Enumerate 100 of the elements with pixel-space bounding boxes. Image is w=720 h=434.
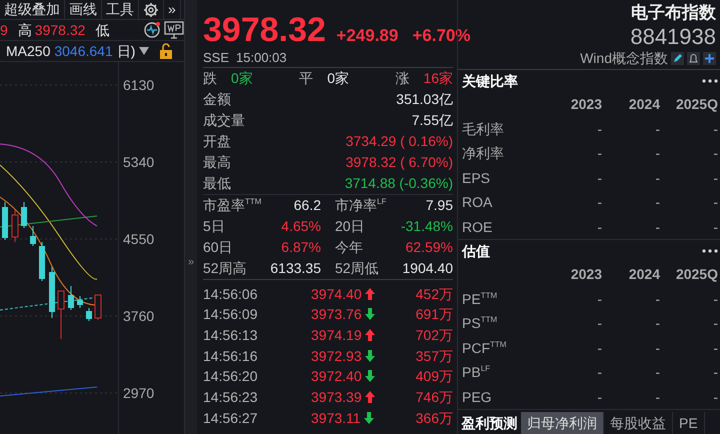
tick-price: 3973.76 <box>311 305 362 324</box>
row-label: PB$^{LF}$ <box>462 363 492 382</box>
stat-value: 3734.29 ( 0.16%) <box>346 132 453 151</box>
tab[interactable]: PE <box>673 412 705 434</box>
caret-icon[interactable] <box>139 47 150 55</box>
table-cell: - <box>597 388 602 404</box>
breadth-label: 平 <box>299 69 314 88</box>
index-name: 电子布指数 <box>630 2 716 24</box>
metric-label: 市盈率$^{TTM}$ <box>203 196 262 215</box>
table-cell: - <box>597 145 602 161</box>
axis-label: 2970 <box>122 384 156 403</box>
tick-price: 3973.11 <box>311 408 361 428</box>
stat-value: 351.03亿 <box>396 90 453 109</box>
table-cell: - <box>655 315 660 331</box>
tick-volume: 702万 <box>416 326 453 345</box>
table-cell: - <box>655 388 660 404</box>
tick-price: 3974.19 <box>311 326 362 345</box>
quote-time: 15:00:03 <box>236 50 287 66</box>
high-label: 高 <box>18 20 32 40</box>
tick-time: 14:56:16 <box>203 346 258 366</box>
tick-volume: 691万 <box>416 305 453 324</box>
add-icon[interactable] <box>703 52 716 64</box>
up-arrow-icon <box>364 328 376 341</box>
table-cell: - <box>655 290 660 306</box>
index-category: Wind概念指数 <box>580 50 668 66</box>
percent-change: +6.70% <box>412 25 470 47</box>
table-cell: - <box>713 170 718 186</box>
metric-value: 1904.40 <box>402 259 453 278</box>
tab[interactable]: 每股收益 <box>604 412 673 434</box>
breadth-label: 跌 <box>203 69 217 88</box>
period-dropdown[interactable]: 日) <box>116 40 136 62</box>
column-header: 2024 <box>628 265 660 284</box>
table-cell: - <box>597 315 602 331</box>
row-label: PEG <box>462 388 493 406</box>
panel-title: 估值 <box>462 242 490 261</box>
monitor-icon[interactable] <box>164 21 184 39</box>
pencil-icon[interactable] <box>671 52 684 64</box>
column-header: 2023 <box>570 95 602 114</box>
column-header: 2025Q <box>674 265 718 284</box>
down-arrow-icon <box>362 412 375 424</box>
tick-price: 3972.93 <box>311 346 362 366</box>
candle <box>39 242 45 282</box>
tick-volume: 746万 <box>416 388 453 407</box>
metric-value: 62.59% <box>406 238 453 257</box>
table-cell: - <box>597 194 602 210</box>
stat-value: 3714.88 (-0.36%) <box>344 174 453 193</box>
pulse-icon[interactable] <box>142 21 160 39</box>
tick-price: 3972.40 <box>311 367 362 386</box>
down-arrow-icon <box>364 350 376 362</box>
row-label: PS$^{TTM}$ <box>462 314 498 333</box>
bell-icon[interactable] <box>687 52 700 64</box>
metric-value: -31.48% <box>400 217 453 236</box>
candle <box>12 210 18 242</box>
more-button[interactable]: » <box>164 0 181 19</box>
tick-time: 14:56:20 <box>203 367 258 386</box>
toolbar-item[interactable]: 工具 <box>102 0 139 19</box>
stat-value: 3978.32 ( 6.70%) <box>346 153 453 172</box>
row-label: PCF$^{TTM}$ <box>462 338 508 358</box>
table-cell: - <box>713 340 718 356</box>
table-cell: - <box>713 388 718 404</box>
breadth-count: 0家 <box>231 69 253 88</box>
more-icon[interactable] <box>702 78 718 84</box>
low-label: 低 <box>95 20 110 40</box>
price-change: +249.89 <box>336 25 398 47</box>
candle <box>30 226 36 246</box>
quote-value: 9 <box>0 20 8 40</box>
stat-value: 7.55亿 <box>412 111 453 130</box>
candle <box>2 202 8 240</box>
toolbar-item[interactable]: 画线 <box>65 0 102 19</box>
breadth-count: 16家 <box>423 69 453 88</box>
column-header: 2023 <box>570 265 602 284</box>
collapse-button[interactable]: » <box>188 254 194 270</box>
high-value: 3978.32 <box>34 20 86 40</box>
column-header: 2025Q <box>674 95 718 114</box>
metric-label: 5日 <box>203 217 225 236</box>
table-cell: - <box>713 315 718 331</box>
axis-label: 5340 <box>122 153 156 172</box>
column-header: 2024 <box>628 95 660 114</box>
table-cell: - <box>655 218 660 234</box>
row-label: ROE <box>462 218 494 236</box>
breadth-label: 涨 <box>395 69 410 88</box>
tab[interactable]: 归母净利润 <box>521 412 604 434</box>
table-cell: - <box>597 218 602 234</box>
settings-icon[interactable] <box>143 2 159 18</box>
lock-icon[interactable] <box>159 43 174 59</box>
toolbar-item[interactable]: 超级叠加 <box>0 0 65 19</box>
table-cell: - <box>713 194 718 210</box>
candle <box>58 290 64 340</box>
down-arrow-icon <box>364 370 376 382</box>
table-cell: - <box>655 170 660 186</box>
down-arrow-icon <box>364 308 376 320</box>
table-cell: - <box>597 364 602 380</box>
table-cell: - <box>597 120 602 136</box>
more-icon[interactable] <box>702 248 718 254</box>
axis-label: 3760 <box>122 307 156 326</box>
candle <box>68 286 74 310</box>
tick-volume: 366万 <box>416 408 453 428</box>
axis-label: 6130 <box>122 76 156 95</box>
table-cell: - <box>713 120 718 136</box>
table-cell: - <box>655 120 660 136</box>
